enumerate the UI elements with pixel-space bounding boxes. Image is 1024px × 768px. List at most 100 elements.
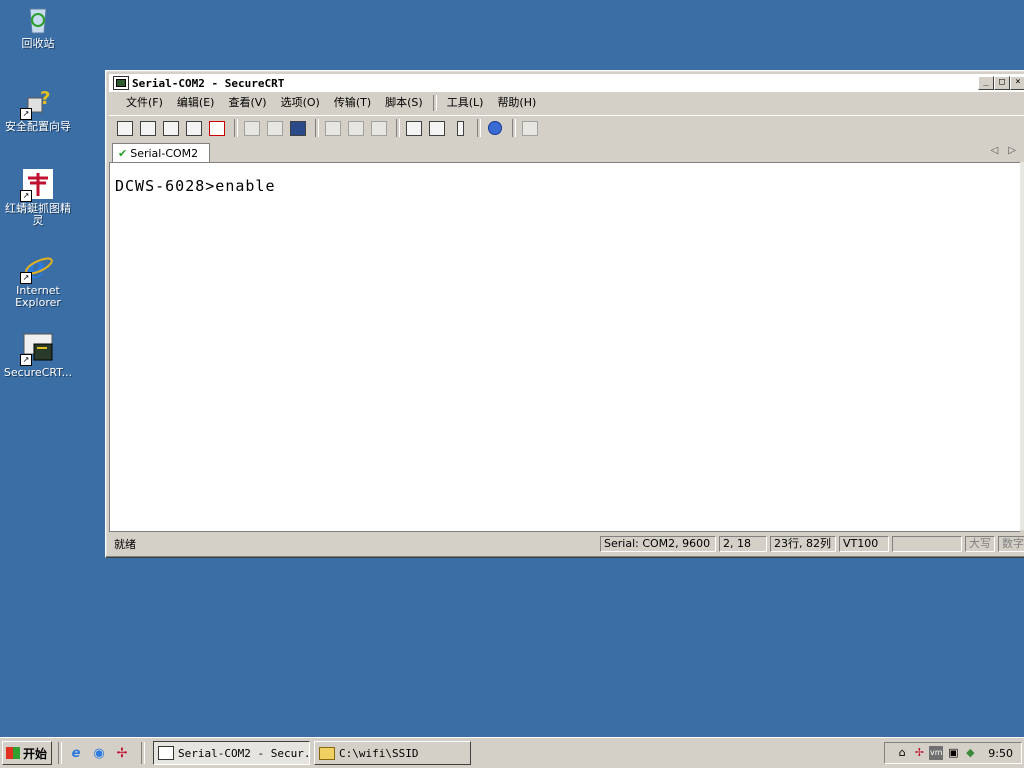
start-label: 开始 xyxy=(23,746,48,761)
desktop-icon-label: SecureCRT... xyxy=(3,366,73,379)
global-options-icon[interactable] xyxy=(427,118,447,138)
reconnect-icon[interactable] xyxy=(184,118,204,138)
securecrt-window: Serial-COM2 - SecureCRT _ □ × 文件(F) 编辑(E… xyxy=(105,70,1024,558)
status-text: 就绪 xyxy=(114,538,136,551)
tab-label: Serial-COM2 xyxy=(130,146,199,160)
tab-bar: ✔ Serial-COM2 ◁▷ xyxy=(109,142,1024,162)
desktop-icon-dragonfly[interactable]: ↗ 红蜻蜓抓图精灵 xyxy=(0,168,76,227)
menu-help[interactable]: 帮助(H) xyxy=(490,95,543,111)
help-icon[interactable] xyxy=(485,118,505,138)
tray-dragonfly-icon[interactable]: ✢ xyxy=(912,746,926,760)
toolbar-separator xyxy=(512,119,516,137)
desktop-icon-label: Internet Explorer xyxy=(15,284,61,309)
disconnect-icon[interactable] xyxy=(207,118,227,138)
task-folder[interactable]: C:\wifi\SSID xyxy=(314,741,471,765)
menu-edit[interactable]: 编辑(E) xyxy=(170,95,222,111)
print-icon[interactable] xyxy=(323,118,343,138)
toolbar-separator xyxy=(477,119,481,137)
tab-scroll-arrows[interactable]: ◁▷ xyxy=(991,145,1024,156)
securecrt-app-icon[interactable] xyxy=(113,76,129,90)
toolbar-separator xyxy=(234,119,238,137)
taskbar-separator xyxy=(141,742,145,764)
shortcut-arrow-icon: ↗ xyxy=(20,190,32,202)
connect-icon[interactable] xyxy=(115,118,135,138)
shortcut-arrow-icon: ↗ xyxy=(20,272,32,284)
tray-vmware-icon[interactable]: vm xyxy=(929,746,944,760)
desktop-icon-label: 红蜻蜓抓图精灵 xyxy=(5,202,71,227)
menu-tools[interactable]: 工具(L) xyxy=(440,95,491,111)
printer-setup-icon[interactable] xyxy=(369,118,389,138)
desktop-icon-label: 安全配置向导 xyxy=(5,120,71,133)
window-title: Serial-COM2 - SecureCRT xyxy=(132,76,285,90)
recycle-bin-icon xyxy=(22,3,54,35)
taskbar: 开始 e ◉ ✢ Serial-COM2 - Secur... C:\wifi\… xyxy=(0,737,1024,768)
menu-bar: 文件(F) 编辑(E) 查看(V) 选项(O) 传输(T) 脚本(S) 工具(L… xyxy=(109,94,1024,112)
system-tray: ⌂ ✢ vm ▣ ◆ 9:50 xyxy=(884,742,1022,764)
toolbar-separator xyxy=(396,119,400,137)
status-size: 23行, 82列 xyxy=(770,536,836,552)
svg-text:?: ? xyxy=(40,88,50,109)
securecrt-task-icon xyxy=(158,746,174,760)
quicklaunch-dragonfly-icon[interactable]: ✢ xyxy=(112,743,132,763)
find-icon[interactable] xyxy=(288,118,308,138)
menu-options[interactable]: 选项(O) xyxy=(274,95,327,111)
paste-icon[interactable] xyxy=(265,118,285,138)
tray-update-icon[interactable]: ◆ xyxy=(963,746,977,760)
start-button[interactable]: 开始 xyxy=(2,741,52,765)
desktop-icon-label: 回收站 xyxy=(21,37,55,50)
windows-logo-icon xyxy=(6,747,20,759)
toolbar-separator xyxy=(315,119,319,137)
copy-icon[interactable] xyxy=(242,118,262,138)
menu-transfer[interactable]: 传输(T) xyxy=(327,95,378,111)
session-options-icon[interactable] xyxy=(404,118,424,138)
shortcut-arrow-icon: ↗ xyxy=(20,108,32,120)
shortcut-arrow-icon: ↗ xyxy=(20,354,32,366)
status-cursor: 2, 18 xyxy=(719,536,767,552)
print-selection-icon[interactable] xyxy=(346,118,366,138)
connected-check-icon: ✔ xyxy=(118,146,128,160)
quicklaunch-ie2-icon[interactable]: ◉ xyxy=(89,743,109,763)
status-bar: 就绪 Serial: COM2, 9600 2, 18 23行, 82列 VT1… xyxy=(109,535,1024,553)
securecrt-icon: ↗ xyxy=(20,332,54,366)
desktop-icon-security-wizard[interactable]: ? ↗ 安全配置向导 xyxy=(0,86,76,133)
status-emulation: VT100 xyxy=(839,536,889,552)
menu-script[interactable]: 脚本(S) xyxy=(378,95,430,111)
task-label: C:\wifi\SSID xyxy=(339,746,419,760)
terminal-output: DCWS-6028>enable xyxy=(115,177,276,195)
terminal-area[interactable]: DCWS-6028>enable xyxy=(109,162,1020,532)
minimize-button[interactable]: _ xyxy=(978,76,994,90)
scroll-up-icon[interactable]: ▲ xyxy=(1020,162,1024,176)
tab-serial-com2[interactable]: ✔ Serial-COM2 xyxy=(112,143,210,162)
task-label: Serial-COM2 - Secur... xyxy=(178,746,310,760)
status-num: 数字 xyxy=(998,536,1024,552)
quicklaunch-ie-icon[interactable]: e xyxy=(66,743,86,763)
security-wizard-icon: ? ↗ xyxy=(20,86,54,120)
status-caps: 大写 xyxy=(965,536,995,552)
tray-clock: 9:50 xyxy=(988,746,1013,760)
vertical-scrollbar[interactable]: ▲ ▼ xyxy=(1020,162,1024,530)
connect-in-tab-icon[interactable] xyxy=(161,118,181,138)
menu-separator xyxy=(432,95,437,111)
menu-file[interactable]: 文件(F) xyxy=(119,95,170,111)
menu-view[interactable]: 查看(V) xyxy=(221,95,273,111)
tray-network-icon[interactable]: ⌂ xyxy=(895,746,909,760)
title-bar[interactable]: Serial-COM2 - SecureCRT _ □ × xyxy=(109,74,1024,92)
dragonfly-capture-icon: ↗ xyxy=(20,168,54,202)
desktop-icon-recycle-bin[interactable]: 回收站 xyxy=(0,3,76,50)
keymap-icon[interactable] xyxy=(450,118,470,138)
folder-icon xyxy=(319,746,335,760)
desktop-icon-securecrt[interactable]: ↗ SecureCRT... xyxy=(0,332,76,379)
status-connection: Serial: COM2, 9600 xyxy=(600,536,716,552)
close-button[interactable]: × xyxy=(1010,76,1024,90)
quick-connect-icon[interactable] xyxy=(138,118,158,138)
toolbar xyxy=(109,115,1024,140)
sftp-icon[interactable] xyxy=(520,118,540,138)
task-securecrt[interactable]: Serial-COM2 - Secur... xyxy=(153,741,310,765)
taskbar-separator xyxy=(58,742,62,764)
maximize-button[interactable]: □ xyxy=(994,76,1010,90)
scroll-down-icon[interactable]: ▼ xyxy=(1020,516,1024,530)
tray-display-icon[interactable]: ▣ xyxy=(946,746,960,760)
status-blank xyxy=(892,536,962,552)
internet-explorer-icon: e ↗ xyxy=(20,250,54,286)
desktop-icon-internet-explorer[interactable]: e ↗ Internet Explorer xyxy=(0,250,76,309)
